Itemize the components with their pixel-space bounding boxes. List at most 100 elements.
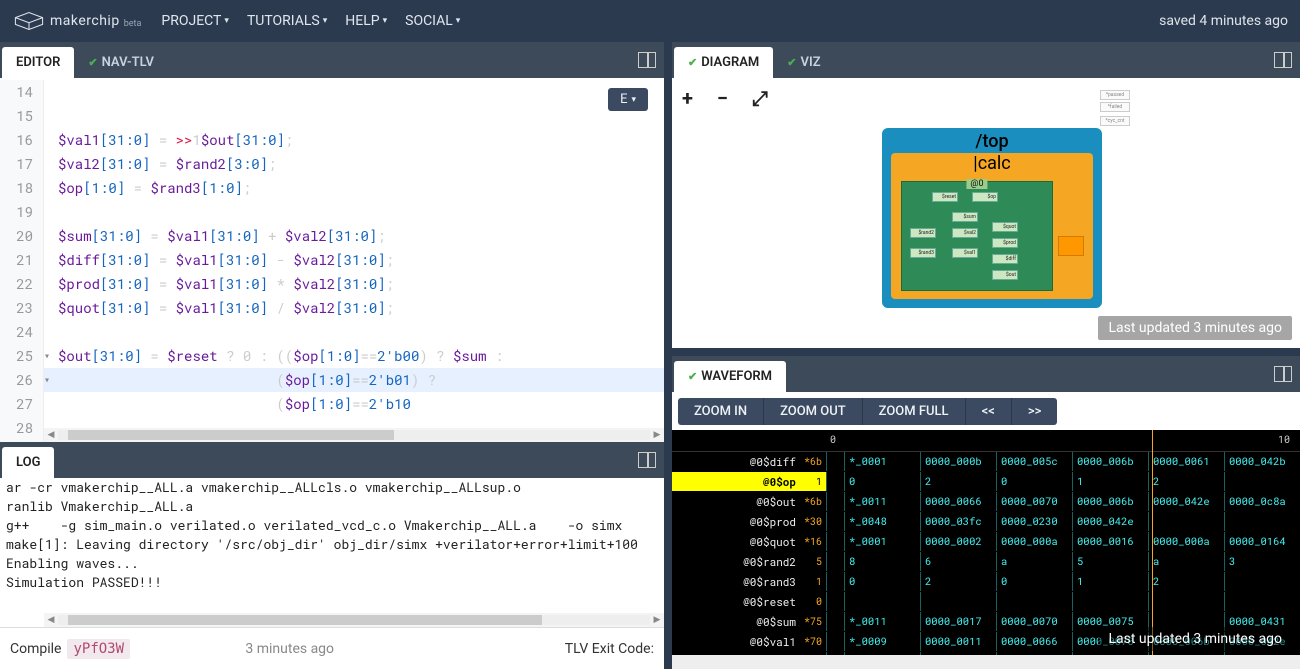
compile-id[interactable]: yPfO3W (67, 639, 130, 659)
menu-social[interactable]: SOCIAL▾ (405, 13, 460, 29)
layout-toggle-icon[interactable] (1274, 52, 1292, 68)
wf-cell: *_0011 (844, 612, 920, 631)
code-line[interactable]: 16$val1[31:0] = >>1$out[31:0]; (0, 128, 664, 152)
wf-values: 86a5a3 (826, 552, 1300, 571)
block-stage[interactable]: @0 $reset $op $sum $rand2 $val2 $quot $p… (901, 181, 1053, 291)
wf-cell (996, 592, 1072, 611)
wf-signal-name[interactable]: @0$out (672, 494, 802, 509)
diag-signal-box: $val1 (952, 248, 978, 258)
compile-label: Compile (10, 641, 61, 657)
code-line[interactable]: 21$diff[31:0] = $val1[31:0] - $val2[31:0… (0, 248, 664, 272)
diag-tiny-box: *passed (1100, 90, 1130, 100)
code-line[interactable]: 23$quot[31:0] = $val1[31:0] / $val2[31:0… (0, 296, 664, 320)
wf-cell: 0 (844, 472, 920, 491)
wf-signal-name[interactable]: @0$quot (672, 534, 802, 549)
diagram-canvas[interactable]: *passed *failed *cyc_cnt /top |calc @0 $… (872, 98, 1280, 338)
waveform-timeline[interactable]: 0 10 (672, 430, 1300, 452)
wf-cell (1224, 572, 1300, 591)
block-top[interactable]: /top |calc @0 $reset $op $sum $rand2 $va… (882, 128, 1102, 308)
wf-cell: 0000_042e (1148, 492, 1224, 511)
wf-cell: 0000_000a (996, 532, 1072, 551)
waveform-row[interactable]: @0$rand3102012 (672, 572, 1300, 592)
wf-signal-name[interactable]: @0$op (672, 474, 802, 489)
layout-toggle-icon[interactable] (638, 452, 656, 468)
block-stage-label: @0 (966, 179, 987, 189)
line-number: 24 (0, 320, 44, 344)
tab-log[interactable]: LOG (2, 447, 54, 478)
wf-signal-name[interactable]: @0$rand3 (672, 574, 802, 589)
tab-nav-tlv[interactable]: ✔NAV-TLV (74, 47, 168, 78)
logo-icon (12, 9, 46, 33)
code-line[interactable]: 19 (0, 200, 664, 224)
layout-toggle-icon[interactable] (638, 52, 656, 68)
logo[interactable]: makerchip beta (12, 9, 141, 33)
code-text: $sum[31:0] = $val1[31:0] + $val2[31:0]; (54, 224, 390, 248)
waveform-row[interactable]: @0$reset0 (672, 592, 1300, 612)
code-line[interactable]: 20$sum[31:0] = $val1[31:0] + $val2[31:0]… (0, 224, 664, 248)
code-line[interactable]: 25▾$out[31:0] = $reset ? 0 : (($op[1:0]=… (0, 344, 664, 368)
waveform-row[interactable]: @0$out*6b*_00110000_00660000_00700000_00… (672, 492, 1300, 512)
block-calc[interactable]: |calc @0 $reset $op $sum $rand2 $val2 $q… (891, 153, 1093, 299)
wf-cell (844, 592, 920, 611)
waveform-row[interactable]: @0$prod*30*_00480000_03fc0000_02300000_0… (672, 512, 1300, 532)
code-line[interactable]: 15 (0, 104, 664, 128)
wf-cell: 2 (1148, 472, 1224, 491)
code-line[interactable]: 17$val2[31:0] = $rand2[3:0]; (0, 152, 664, 176)
wf-signal-name[interactable]: @0$sum (672, 614, 802, 629)
menu-tutorials[interactable]: TUTORIALS▾ (247, 13, 327, 29)
waveform-row[interactable]: @0$rand2586a5a3 (672, 552, 1300, 572)
menu-help[interactable]: HELP▾ (345, 13, 387, 29)
zoom-in-button[interactable]: + (682, 86, 693, 110)
scroll-right-icon[interactable]: ▶ (650, 430, 664, 440)
code-line[interactable]: 22$prod[31:0] = $val1[31:0] * $val2[31:0… (0, 272, 664, 296)
wf-cell: 6 (920, 552, 996, 571)
wf-prev-button[interactable]: << (966, 398, 1012, 425)
zoom-out-button[interactable]: − (717, 86, 728, 110)
wf-signal-name[interactable]: @0$val1 (672, 634, 802, 649)
wf-zoom-out-button[interactable]: ZOOM OUT (764, 398, 863, 425)
wf-signal-name[interactable]: @0$diff (672, 454, 802, 469)
tab-waveform[interactable]: ✔WAVEFORM (674, 361, 786, 392)
waveform-row[interactable]: @0$quot*16*_00010000_00020000_000a0000_0… (672, 532, 1300, 552)
tab-viz[interactable]: ✔VIZ (773, 47, 834, 78)
wf-values: 02012 (826, 472, 1300, 491)
menu-project[interactable]: PROJECT▾ (161, 13, 229, 29)
wf-signal-name[interactable]: @0$prod (672, 514, 802, 529)
wf-radix: *6b (802, 495, 826, 508)
waveform-row[interactable]: @0$op102012 (672, 472, 1300, 492)
code-line[interactable]: 18$op[1:0] = $rand3[1:0]; (0, 176, 664, 200)
wf-zoom-in-button[interactable]: ZOOM IN (678, 398, 764, 425)
tab-editor[interactable]: EDITOR (2, 47, 74, 78)
code-line[interactable]: 26▾ ($op[1:0]==2'b01) ? (0, 368, 664, 392)
waveform-hscroll[interactable] (672, 655, 1300, 669)
log-output[interactable]: ar -cr vmakerchip__ALL.a vmakerchip__ALL… (0, 478, 664, 627)
log-hscroll[interactable]: ◀ ▶ (44, 613, 664, 627)
waveform-row[interactable]: @0$diff*6b*_00010000_000b0000_005c0000_0… (672, 452, 1300, 472)
waveform-cursor[interactable] (1152, 430, 1153, 655)
wf-cell: 0000_0017 (920, 612, 996, 631)
wf-signal-name[interactable]: @0$reset (672, 594, 802, 609)
scroll-left-icon[interactable]: ◀ (44, 430, 58, 440)
zoom-full-button[interactable]: ⤢ (752, 86, 768, 110)
scroll-left-icon[interactable]: ◀ (44, 615, 58, 625)
code-editor[interactable]: 141516$val1[31:0] = >>1$out[31:0];17$val… (0, 78, 664, 442)
log-tabs: LOG (0, 442, 664, 478)
editor-hscroll[interactable]: ◀ ▶ (44, 428, 664, 442)
diagram-panel[interactable]: + − ⤢ *passed *failed *cyc_cnt /top |cal… (672, 78, 1300, 348)
fold-icon (44, 152, 54, 176)
tab-diagram[interactable]: ✔DIAGRAM (674, 47, 773, 78)
code-line[interactable]: 24 (0, 320, 664, 344)
wf-zoom-full-button[interactable]: ZOOM FULL (863, 398, 966, 425)
line-number: 17 (0, 152, 44, 176)
wf-next-button[interactable]: >> (1012, 398, 1058, 425)
wf-values: 02012 (826, 572, 1300, 591)
layout-toggle-icon[interactable] (1274, 366, 1292, 382)
code-line[interactable]: 14 (0, 80, 664, 104)
fold-icon[interactable]: ▾ (44, 368, 54, 392)
waveform-body[interactable]: 0 10 @0$diff*6b*_00010000_000b0000_005c0… (672, 430, 1300, 655)
fold-icon[interactable]: ▾ (44, 344, 54, 368)
code-text: ($op[1:0]==2'b10 (54, 392, 415, 416)
wf-signal-name[interactable]: @0$rand2 (672, 554, 802, 569)
code-line[interactable]: 27 ($op[1:0]==2'b10 (0, 392, 664, 416)
scroll-right-icon[interactable]: ▶ (650, 615, 664, 625)
